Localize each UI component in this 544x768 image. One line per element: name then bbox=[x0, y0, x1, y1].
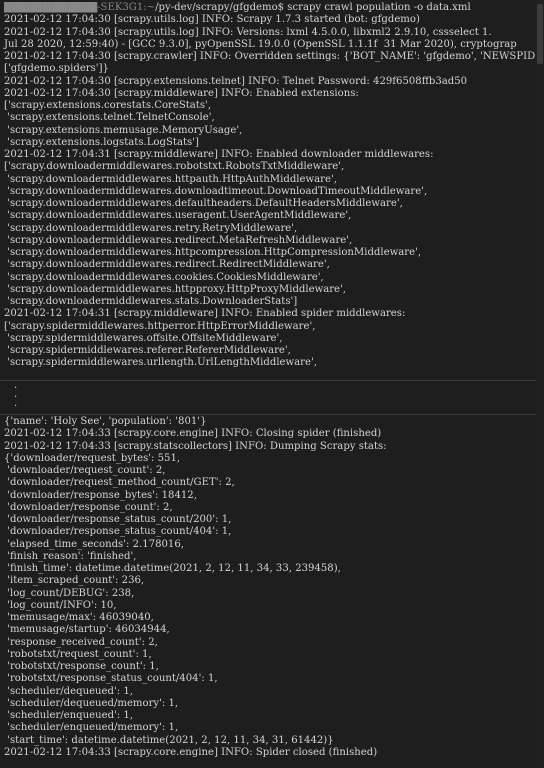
prompt-command: /py-dev/scrapy/gfgdemo$ scrapy crawl pop… bbox=[155, 2, 471, 13]
terminal-line: 2021-02-12 17:04:33 [scrapy.statscollect… bbox=[4, 440, 387, 452]
terminal-line: 'log_count/DEBUG': 238, bbox=[4, 587, 135, 599]
terminal-line: ['gfgdemo.spiders']} bbox=[4, 63, 109, 75]
terminal-line: Jul 28 2020, 12:59:40) - [GCC 9.3.0], py… bbox=[4, 38, 517, 50]
terminal-line: 'scrapy.downloadermiddlewares.retry.Retr… bbox=[4, 222, 298, 234]
terminal-line: 2021-02-12 17:04:30 [scrapy.crawler] INF… bbox=[4, 51, 536, 62]
prompt-host: ████████████-SEK3G1:~ bbox=[4, 2, 156, 13]
scrollbar-thumb[interactable] bbox=[537, 4, 543, 64]
log-lines-bottom: {'name': 'Holy See', 'population': '801'… bbox=[0, 416, 544, 759]
terminal-line: 'elapsed_time_seconds': 2.178016, bbox=[4, 538, 184, 550]
terminal-line: 'scheduler/enqueued/memory': 1, bbox=[4, 722, 179, 734]
terminal-line: 'scrapy.spidermiddlewares.urllength.UrlL… bbox=[4, 357, 317, 369]
command-prompt-line: ████████████-SEK3G1:~/py-dev/scrapy/gfgd… bbox=[0, 2, 544, 14]
terminal-line: 'scheduler/dequeued/memory': 1, bbox=[4, 697, 179, 709]
terminal-line: 'downloader/response_status_count/200': … bbox=[4, 514, 232, 525]
terminal-line: {'downloader/request_bytes': 551, bbox=[4, 452, 181, 464]
terminal-line: ['scrapy.extensions.corestats.CoreStats'… bbox=[4, 100, 212, 111]
terminal-line: 'finish_reason': 'finished', bbox=[4, 550, 137, 562]
terminal-line: 'response_received_count': 2, bbox=[4, 636, 158, 648]
terminal-line: 'downloader/response_count': 2, bbox=[4, 501, 173, 513]
terminal-line: 'downloader/response_status_count/404': … bbox=[4, 526, 232, 538]
terminal-line: 2021-02-12 17:04:30 [scrapy.middleware] … bbox=[4, 87, 359, 99]
terminal-line: 2021-02-12 17:04:33 [scrapy.core.engine]… bbox=[4, 746, 378, 758]
terminal-line: 2021-02-12 17:04:30 [scrapy.extensions.t… bbox=[4, 75, 468, 87]
terminal-line: 'scrapy.downloadermiddlewares.downloadti… bbox=[4, 185, 428, 197]
vertical-scrollbar[interactable] bbox=[536, 0, 544, 768]
terminal-line: 2021-02-12 17:04:33 [scrapy.core.engine]… bbox=[4, 428, 382, 440]
terminal-line: 'memusage/max': 46039040, bbox=[4, 612, 154, 623]
terminal-output-bottom: {'name': 'Holy See', 'population': '801'… bbox=[0, 416, 544, 768]
terminal-line: 'robotstxt/response_status_count/404': 1… bbox=[4, 673, 218, 685]
terminal-line: 'scrapy.downloadermiddlewares.useragent.… bbox=[4, 210, 352, 222]
terminal-line: 'scrapy.extensions.memusage.MemoryUsage'… bbox=[4, 124, 243, 136]
terminal-line: 'downloader/request_method_count/GET': 2… bbox=[4, 477, 235, 489]
terminal-line: 'scrapy.spidermiddlewares.referer.Refere… bbox=[4, 345, 291, 356]
terminal-line: 'finish_time': datetime.datetime(2021, 2… bbox=[4, 563, 341, 574]
terminal-line: 'item_scraped_count': 236, bbox=[4, 575, 145, 587]
terminal-line: 'scrapy.downloadermiddlewares.httpauth.H… bbox=[4, 173, 337, 185]
terminal-line: 'scrapy.downloadermiddlewares.defaulthea… bbox=[4, 198, 403, 209]
terminal-window[interactable]: ████████████-SEK3G1:~/py-dev/scrapy/gfgd… bbox=[0, 0, 544, 768]
terminal-line: 'robotstxt/response_count': 1, bbox=[4, 661, 159, 672]
terminal-line: 'robotstxt/request_count': 1, bbox=[4, 648, 152, 660]
terminal-line: 2021-02-12 17:04:31 [scrapy.middleware] … bbox=[4, 308, 406, 320]
terminal-line: 'downloader/response_bytes': 18412, bbox=[4, 489, 197, 501]
omitted-output-ellipsis: . . . bbox=[14, 380, 18, 409]
terminal-line: 2021-02-12 17:04:31 [scrapy.middleware] … bbox=[4, 149, 434, 160]
terminal-line: 'scrapy.downloadermiddlewares.redirect.R… bbox=[4, 259, 330, 271]
terminal-line: ['scrapy.downloadermiddlewares.robotstxt… bbox=[4, 161, 345, 173]
terminal-line: 'downloader/request_count': 2, bbox=[4, 465, 166, 476]
terminal-line: 'memusage/startup': 46034944, bbox=[4, 624, 170, 636]
terminal-line: 'scheduler/enqueued': 1, bbox=[4, 710, 134, 721]
terminal-line: 'scrapy.spidermiddlewares.offsite.Offsit… bbox=[4, 332, 283, 344]
terminal-line: 'log_count/INFO': 10, bbox=[4, 599, 117, 611]
terminal-line: 'scrapy.extensions.logstats.LogStats'] bbox=[4, 136, 199, 148]
terminal-line: {'name': 'Holy See', 'population': '801'… bbox=[4, 416, 207, 427]
terminal-line: 'scrapy.downloadermiddlewares.redirect.M… bbox=[4, 234, 353, 246]
terminal-line: 'scrapy.downloadermiddlewares.stats.Down… bbox=[4, 296, 298, 307]
terminal-line: 'scheduler/dequeued': 1, bbox=[4, 685, 134, 697]
terminal-line: 'scrapy.downloadermiddlewares.cookies.Co… bbox=[4, 271, 324, 283]
terminal-output-top: ████████████-SEK3G1:~/py-dev/scrapy/gfgd… bbox=[0, 2, 544, 380]
terminal-line: 'scrapy.downloadermiddlewares.httpcompre… bbox=[4, 247, 422, 258]
terminal-line: 'start_time': datetime.datetime(2021, 2,… bbox=[4, 734, 334, 746]
terminal-line: 2021-02-12 17:04:30 [scrapy.utils.log] I… bbox=[4, 14, 420, 26]
divider bbox=[0, 380, 544, 381]
terminal-line: 'scrapy.extensions.telnet.TelnetConsole'… bbox=[4, 112, 215, 124]
divider bbox=[0, 414, 544, 415]
terminal-line: 2021-02-12 17:04:30 [scrapy.utils.log] I… bbox=[4, 26, 492, 38]
terminal-line: ['scrapy.spidermiddlewares.httperror.Htt… bbox=[4, 320, 316, 332]
terminal-line: 'scrapy.downloadermiddlewares.httpproxy.… bbox=[4, 283, 347, 295]
log-lines-top: 2021-02-12 17:04:30 [scrapy.utils.log] I… bbox=[0, 14, 544, 369]
